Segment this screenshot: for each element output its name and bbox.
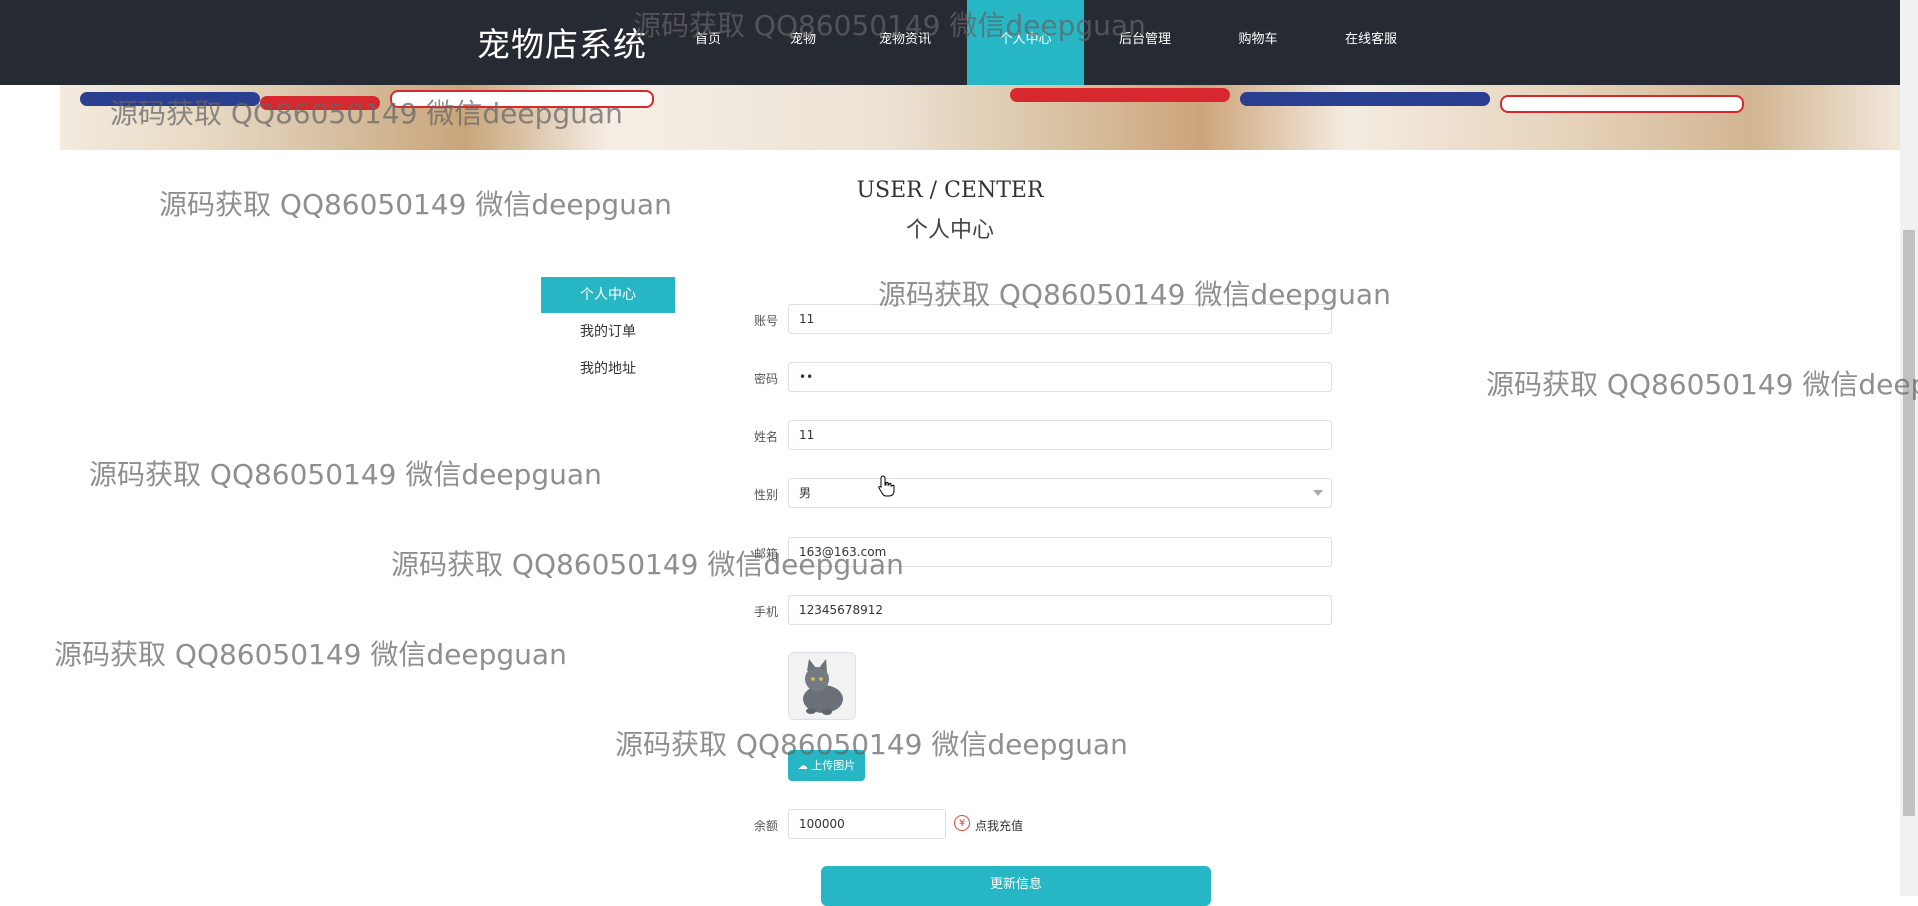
sidebar-item-my-address[interactable]: 我的地址 <box>541 351 675 387</box>
avatar-preview <box>788 652 856 720</box>
page-title-cn: 个人中心 <box>905 218 994 243</box>
account-input[interactable]: 11 <box>788 304 1332 334</box>
banner-stripe <box>390 90 654 108</box>
banner-stripe <box>260 96 380 110</box>
password-input[interactable]: •• <box>788 362 1332 392</box>
banner-stripe <box>80 92 260 106</box>
yen-circle-icon[interactable]: ¥ <box>954 815 970 831</box>
gender-select[interactable]: 男 <box>788 478 1332 508</box>
nav-pet-news[interactable]: 宠物资讯 <box>870 0 940 85</box>
nav-online-service[interactable]: 在线客服 <box>1336 0 1406 85</box>
phone-input[interactable]: 12345678912 <box>788 595 1332 625</box>
gender-selected-value: 男 <box>799 486 812 500</box>
watermark-text: 源码获取 QQ86050149 微信deepguan <box>159 188 672 221</box>
page-scrollbar[interactable] <box>1900 0 1918 896</box>
banner-stripe <box>1010 88 1230 102</box>
page-title-en: USER / CENTER <box>856 178 1044 203</box>
nav-home[interactable]: 首页 <box>678 0 738 85</box>
chevron-down-icon <box>1313 490 1323 496</box>
hand-cursor-icon <box>878 475 895 497</box>
sidebar-item-my-orders[interactable]: 我的订单 <box>541 314 675 350</box>
balance-input: 100000 <box>788 809 946 839</box>
email-label: 邮箱 <box>753 547 778 561</box>
cloud-upload-icon: ☁ <box>797 761 808 772</box>
watermark-text: 源码获取 QQ86050149 微信deepguan <box>615 728 1128 761</box>
top-navigation: 宠物店系统 首页 宠物 宠物资讯 个人中心 后台管理 购物车 在线客服 <box>0 0 1900 85</box>
upload-image-label: 上传图片 <box>811 759 856 772</box>
watermark-text: 源码获取 QQ86050149 微信deepguan <box>89 458 602 491</box>
nav-admin[interactable]: 后台管理 <box>1110 0 1180 85</box>
upload-image-button[interactable]: ☁ 上传图片 <box>788 750 865 781</box>
name-label: 姓名 <box>753 430 778 444</box>
account-label: 账号 <box>753 314 778 328</box>
update-info-button[interactable]: 更新信息 <box>821 866 1211 906</box>
name-input[interactable]: 11 <box>788 420 1332 450</box>
balance-label: 余额 <box>753 819 778 833</box>
watermark-text: 源码获取 QQ86050149 微信deepguan <box>1486 368 1918 401</box>
nav-cart[interactable]: 购物车 <box>1228 0 1288 85</box>
gender-label: 性别 <box>753 488 778 502</box>
banner-stripe <box>1240 92 1490 106</box>
scrollbar-thumb[interactable] <box>1903 230 1915 816</box>
phone-label: 手机 <box>753 605 778 619</box>
sidebar-item-user-center[interactable]: 个人中心 <box>541 277 675 313</box>
cat-avatar-image <box>789 653 855 719</box>
nav-pets[interactable]: 宠物 <box>773 0 833 85</box>
password-label: 密码 <box>753 372 778 386</box>
banner-stripe <box>1500 95 1744 113</box>
email-input[interactable]: 163@163.com <box>788 537 1332 567</box>
nav-user-center[interactable]: 个人中心 <box>967 0 1084 85</box>
recharge-link[interactable]: 点我充值 <box>975 817 1023 834</box>
brand-title: 宠物店系统 <box>477 25 647 64</box>
watermark-text: 源码获取 QQ86050149 微信deepguan <box>54 638 567 671</box>
